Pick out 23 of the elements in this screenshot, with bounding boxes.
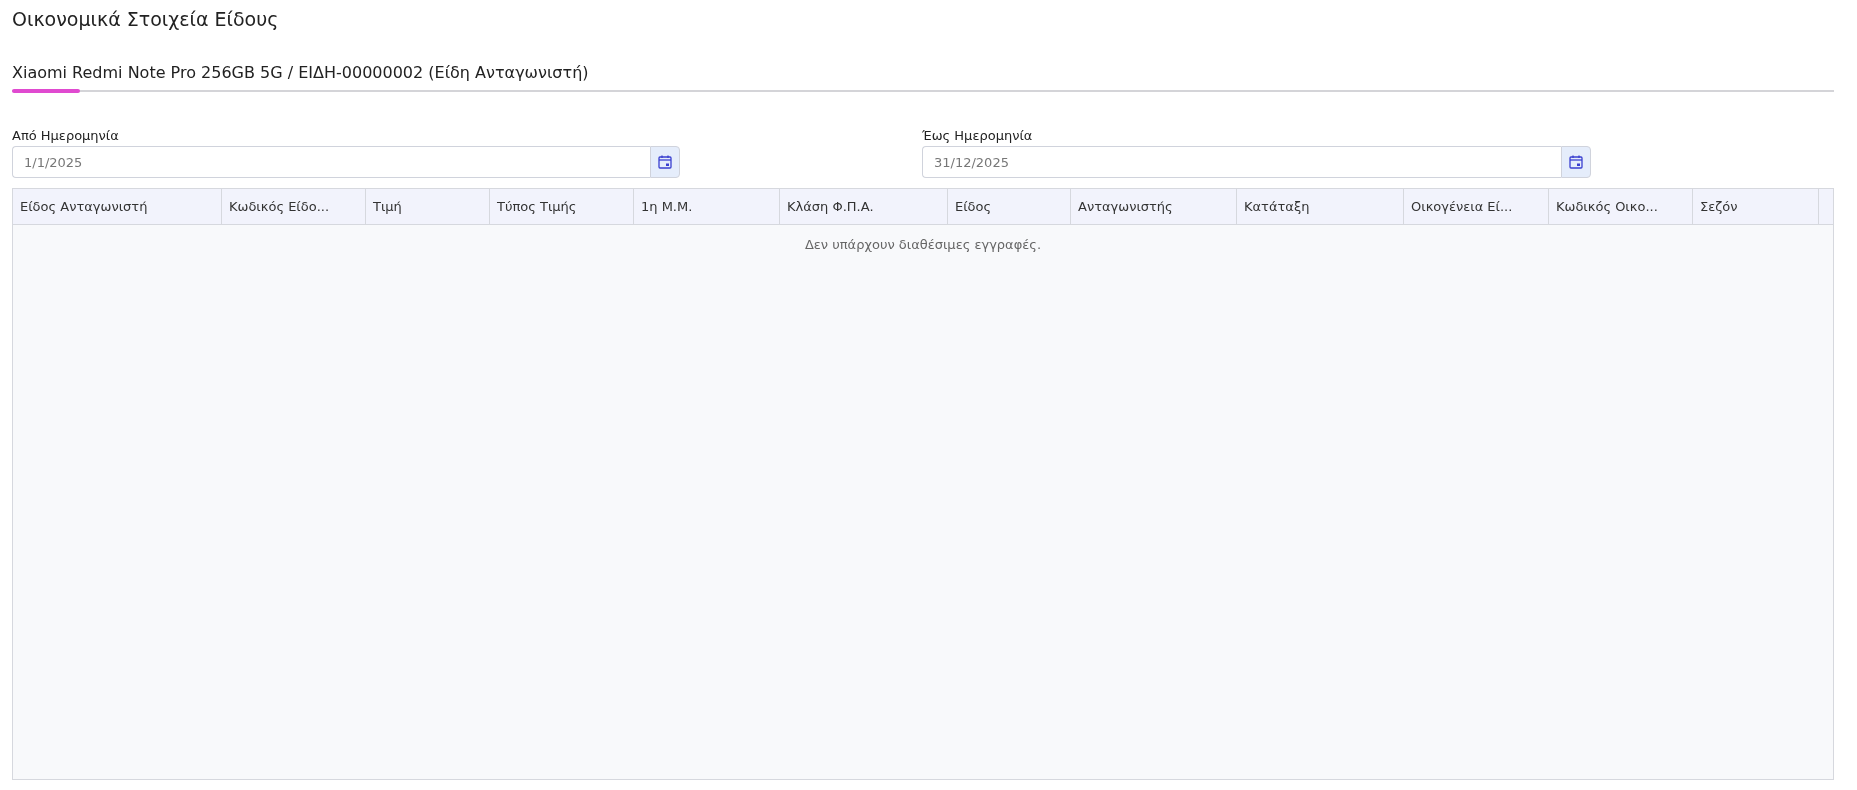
column-header[interactable]: Κατάταξη — [1237, 189, 1404, 224]
calendar-button[interactable] — [1561, 146, 1591, 178]
column-header[interactable]: Τύπος Τιμής — [490, 189, 634, 224]
date-field[interactable]: 1/1/2025 — [12, 146, 650, 178]
column-header[interactable]: Είδος — [948, 189, 1071, 224]
column-header[interactable]: Κωδικός Οικο... — [1549, 189, 1693, 224]
calendar-button[interactable] — [650, 146, 680, 178]
column-header[interactable]: 1η Μ.Μ. — [634, 189, 780, 224]
calendar-icon — [658, 155, 672, 169]
tab[interactable]: Xiaomi Redmi Note Pro 256GB 5G / ΕΙΔΗ-00000002 (Είδη Ανταγωνιστή) — [12, 63, 589, 90]
column-header[interactable]: Τιμή — [366, 189, 490, 224]
field-label: Από Ημερομηνία — [12, 128, 119, 143]
column-header[interactable]: Είδος Ανταγωνιστή — [13, 189, 222, 224]
calendar-icon — [1569, 155, 1583, 169]
column-header[interactable]: Σεζόν — [1693, 189, 1819, 224]
column-header[interactable]: Ανταγωνιστής — [1071, 189, 1237, 224]
column-header[interactable]: Κωδικός Είδο... — [222, 189, 366, 224]
column-header[interactable]: Οικογένεια Εί... — [1404, 189, 1549, 224]
page-title: Οικονομικά Στοιχεία Είδους — [12, 7, 280, 30]
column-header[interactable]: Κλάση Φ.Π.Α. — [780, 189, 948, 224]
empty-message: Δεν υπάρχουν διαθέσιμες εγγραφές. — [804, 237, 1042, 252]
field-label: Έως Ημερομηνία — [922, 128, 1033, 143]
date-field[interactable]: 31/12/2025 — [922, 146, 1561, 178]
